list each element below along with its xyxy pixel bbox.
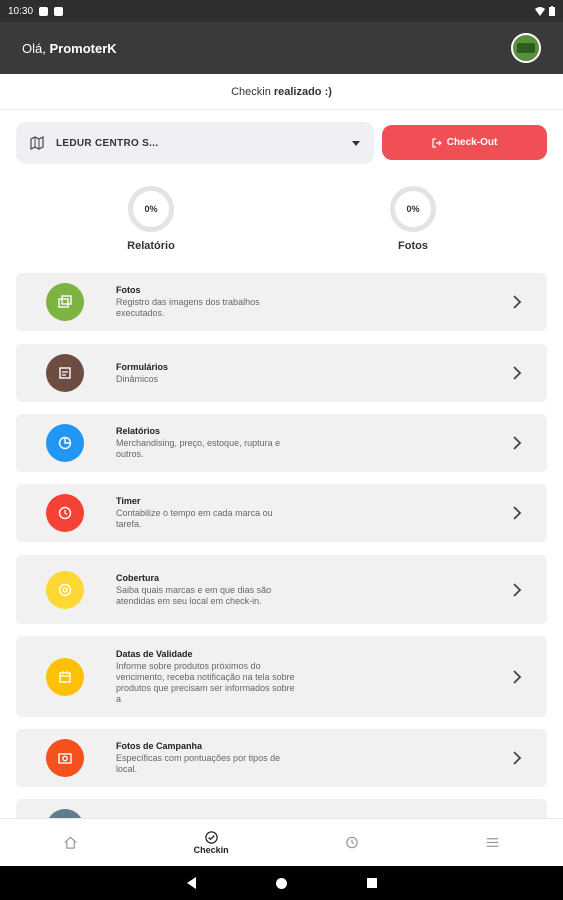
system-nav-bar bbox=[0, 866, 563, 900]
chevron-right-icon bbox=[513, 582, 522, 597]
menu-desc: Registro das imagens dos trabalhos execu… bbox=[116, 297, 260, 318]
greeting-prefix: Olá, bbox=[22, 40, 46, 56]
battery-icon bbox=[549, 6, 555, 16]
home-button-icon[interactable] bbox=[275, 877, 287, 889]
menu-title: Fotos bbox=[116, 285, 141, 295]
menu-title: Relatórios bbox=[116, 426, 161, 436]
home-icon bbox=[64, 836, 77, 849]
camera-icon-circle bbox=[46, 739, 84, 777]
checkout-button[interactable]: Check-Out bbox=[382, 125, 547, 160]
menu-title: Fotos de Campanha bbox=[116, 741, 203, 751]
status-time: 10:30 bbox=[8, 5, 34, 17]
menu-desc: Saiba quais marcas e em que dias são ate… bbox=[116, 584, 272, 606]
chevron-right-icon bbox=[513, 751, 522, 765]
calendar-icon-circle bbox=[46, 657, 84, 696]
photos-icon bbox=[58, 295, 72, 308]
menu-desc: Informe sobre produtos próximos do venci… bbox=[116, 660, 295, 704]
nav-home[interactable] bbox=[0, 819, 141, 866]
progress-relatorio: 0% Relatório bbox=[101, 186, 201, 252]
store-name: LEDUR CENTRO S... bbox=[56, 137, 159, 149]
calendar-icon bbox=[59, 670, 71, 683]
history-icon bbox=[346, 836, 359, 849]
user-name: PromoterK bbox=[49, 40, 117, 56]
menu-desc: Contabilize o tempo em cada marca ou tar… bbox=[116, 508, 273, 529]
timer-icon bbox=[58, 506, 72, 520]
chevron-right-icon bbox=[513, 506, 522, 520]
chevron-right-icon bbox=[513, 295, 522, 309]
menu-title: Cobertura bbox=[116, 572, 160, 583]
camera-icon bbox=[58, 753, 72, 764]
checkout-label: Check-Out bbox=[446, 137, 498, 148]
back-icon[interactable] bbox=[186, 877, 196, 889]
progress-ring: 0% bbox=[128, 186, 174, 232]
coverage-icon bbox=[58, 583, 72, 596]
menu-icon bbox=[487, 838, 499, 847]
form-icon bbox=[59, 367, 71, 379]
avatar[interactable] bbox=[511, 33, 541, 63]
menu-card-relatorios[interactable]: Relatórios Merchandising, preço, estoque… bbox=[16, 414, 547, 472]
menu-desc: Merchandising, preço, estoque, ruptura e… bbox=[116, 438, 281, 459]
chevron-right-icon bbox=[513, 669, 522, 684]
status-bar: 10:30 bbox=[0, 0, 563, 22]
menu-desc: Específicas com pontuações por tipos de … bbox=[116, 753, 281, 774]
app-bar: Olá, PromoterK bbox=[0, 22, 563, 74]
menu-card-fotos-campanha[interactable]: Fotos de Campanha Específicas com pontua… bbox=[16, 729, 547, 787]
coverage-icon-circle bbox=[46, 570, 84, 609]
menu-title: Datas de Validade bbox=[116, 648, 193, 659]
progress-label: Fotos bbox=[398, 240, 428, 252]
nav-label: Checkin bbox=[193, 845, 229, 855]
menu-card-timer[interactable]: Timer Contabilize o tempo em cada marca … bbox=[16, 484, 547, 542]
progress-ring: 0% bbox=[390, 186, 436, 232]
form-icon-circle bbox=[46, 354, 84, 392]
wifi-icon bbox=[535, 6, 545, 16]
menu-card-cobertura[interactable]: Cobertura Saiba quais marcas e em que di… bbox=[16, 555, 547, 624]
nav-history[interactable] bbox=[282, 819, 423, 866]
menu-title: Timer bbox=[116, 496, 141, 506]
chevron-right-icon bbox=[513, 366, 522, 380]
map-icon bbox=[30, 136, 44, 150]
photos-icon-circle bbox=[46, 283, 84, 321]
check-circle-icon bbox=[204, 831, 218, 844]
dropdown-caret-icon bbox=[352, 140, 360, 146]
nav-menu[interactable] bbox=[422, 819, 563, 866]
chevron-right-icon bbox=[513, 436, 522, 450]
menu-card-datas-validade[interactable]: Datas de Validade Informe sobre produtos… bbox=[16, 636, 547, 717]
store-select[interactable]: LEDUR CENTRO S... bbox=[16, 122, 374, 164]
report-icon bbox=[58, 436, 72, 450]
truck-icon bbox=[517, 43, 535, 53]
sd-card-icon bbox=[54, 6, 64, 16]
menu-desc: Dinâmicos bbox=[116, 373, 159, 384]
bottom-nav: Checkin bbox=[0, 818, 563, 866]
checkin-status: Checkin realizado :) bbox=[0, 74, 563, 110]
nav-checkin[interactable]: Checkin bbox=[141, 819, 282, 866]
checkin-status-state: realizado :) bbox=[273, 85, 332, 98]
timer-icon-circle bbox=[46, 494, 84, 532]
menu-card-formularios[interactable]: Formulários Dinâmicos bbox=[16, 344, 547, 402]
progress-fotos: 0% Fotos bbox=[363, 186, 463, 252]
progress-label: Relatório bbox=[127, 240, 175, 252]
notification-icon bbox=[39, 6, 49, 16]
report-icon-circle bbox=[46, 424, 84, 462]
exit-icon bbox=[432, 137, 442, 148]
menu-card-fotos[interactable]: Fotos Registro das imagens dos trabalhos… bbox=[16, 273, 547, 331]
recent-apps-icon[interactable] bbox=[366, 878, 377, 888]
greeting: Olá, PromoterK bbox=[22, 41, 117, 56]
checkin-status-prefix: Checkin bbox=[231, 85, 271, 98]
menu-title: Formulários bbox=[116, 361, 169, 372]
